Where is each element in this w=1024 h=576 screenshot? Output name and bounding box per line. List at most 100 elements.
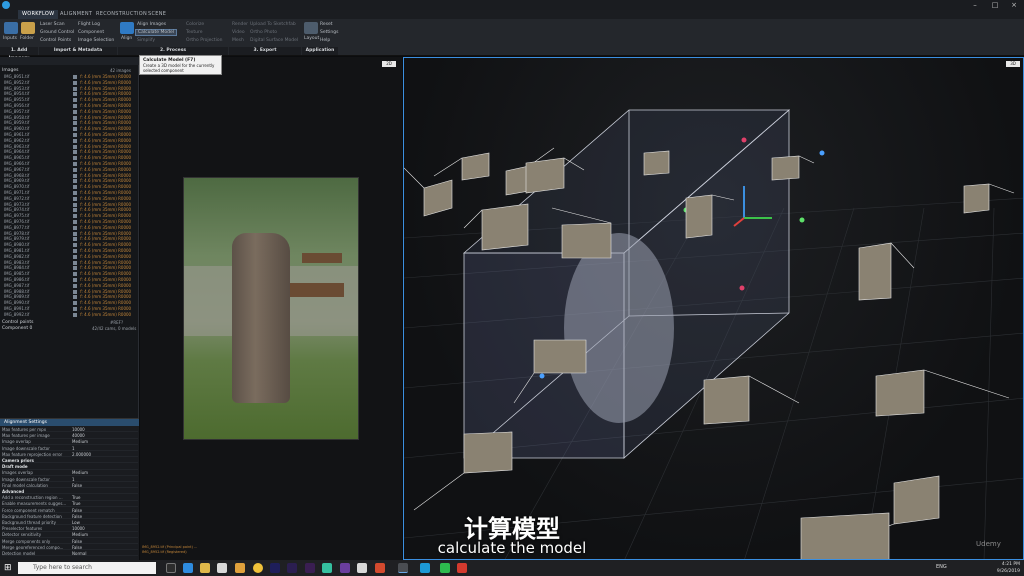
calculate-model-button[interactable]: Calculate Model: [135, 29, 177, 36]
image-list-item[interactable]: IMG_8979.tif f: 4.6 (mm 35mm) R0000: [4, 236, 131, 242]
settings-value[interactable]: True: [72, 501, 81, 506]
inputs-icon[interactable]: [4, 22, 18, 34]
image-list-item[interactable]: IMG_8971.tif f: 4.6 (mm 35mm) R0000: [4, 190, 131, 195]
settings-row[interactable]: Add a reconstruction region ... True: [2, 495, 138, 501]
colorize-button[interactable]: Colorize: [186, 22, 204, 27]
image-list-item[interactable]: IMG_8983.tif f: 4.6 (mm 35mm) R0000: [4, 260, 131, 265]
image-list-item[interactable]: IMG_8985.tif f: 4.6 (mm 35mm) R0000: [4, 271, 131, 277]
premiere-icon[interactable]: [270, 563, 280, 573]
image-list-item[interactable]: IMG_8957.tif f: 4.6 (mm 35mm) R0000: [4, 109, 131, 114]
mesh-button[interactable]: Mesh: [232, 38, 244, 43]
premiere-icon[interactable]: [305, 563, 315, 573]
region-handle[interactable]: [741, 137, 747, 143]
image-list-item[interactable]: IMG_8958.tif f: 4.6 (mm 35mm) R0000: [4, 115, 131, 120]
layout-label[interactable]: Layout: [304, 36, 319, 41]
close-button[interactable]: ×: [1005, 0, 1023, 10]
view-mode-button[interactable]: 2D: [382, 61, 396, 67]
tab-alignment[interactable]: ALIGNMENT: [56, 10, 96, 19]
maximize-button[interactable]: □: [986, 0, 1004, 10]
help-button[interactable]: Help: [320, 38, 330, 43]
image-list-item[interactable]: IMG_8966.tif f: 4.6 (mm 35mm) R0000: [4, 161, 131, 166]
view-mode-button[interactable]: 3D: [1006, 61, 1020, 67]
settings-value[interactable]: 1: [72, 477, 75, 482]
explorer-icon[interactable]: [200, 563, 210, 573]
image-list-item[interactable]: IMG_8988.tif f: 4.6 (mm 35mm) R0000: [4, 289, 131, 294]
image-list-item[interactable]: IMG_8974.tif f: 4.6 (mm 35mm) R0000: [4, 207, 131, 213]
app-icon[interactable]: [457, 563, 467, 573]
settings-row[interactable]: Advanced: [2, 489, 138, 495]
video-button[interactable]: Video: [232, 30, 245, 35]
language-indicator[interactable]: ENG: [936, 564, 947, 570]
image-selection-button[interactable]: Image Selection: [78, 38, 114, 43]
dsm-button[interactable]: Digital Surface Model: [250, 38, 298, 43]
align-icon[interactable]: [120, 22, 134, 34]
image-list-item[interactable]: IMG_8989.tif f: 4.6 (mm 35mm) R0000: [4, 294, 131, 300]
tab-reconstruction[interactable]: RECONSTRUCTION: [92, 10, 151, 19]
settings-value[interactable]: True: [72, 495, 81, 500]
image-list-item[interactable]: IMG_8954.tif f: 4.6 (mm 35mm) R0000: [4, 91, 131, 97]
folder-icon[interactable]: [21, 22, 35, 34]
tab-scene[interactable]: SCENE: [144, 10, 170, 19]
tab-workflow[interactable]: WORKFLOW: [18, 10, 59, 19]
settings-row[interactable]: Image overlap Medium: [2, 439, 138, 445]
simplify-button[interactable]: Simplify: [137, 38, 155, 43]
images-root[interactable]: Images: [2, 68, 18, 73]
settings-row[interactable]: Image downscale factor 1: [2, 446, 138, 451]
image-list-item[interactable]: IMG_8978.tif f: 4.6 (mm 35mm) R0000: [4, 231, 131, 236]
settings-row[interactable]: Final model calculation False: [2, 483, 138, 489]
app-icon[interactable]: [420, 563, 430, 573]
selected-photo[interactable]: [183, 177, 359, 440]
app-icon[interactable]: [340, 563, 350, 573]
settings-button[interactable]: Settings: [320, 30, 338, 35]
settings-row[interactable]: Images overlap Medium: [2, 470, 138, 476]
after-effects-icon[interactable]: [287, 563, 297, 573]
image-list-item[interactable]: IMG_8987.tif f: 4.6 (mm 35mm) R0000: [4, 283, 131, 288]
settings-value[interactable]: 40000: [72, 433, 85, 438]
settings-row[interactable]: Draft mode: [2, 464, 138, 470]
control-points-button[interactable]: Control Points: [40, 38, 71, 43]
app-icon[interactable]: [322, 563, 332, 573]
component-node[interactable]: Component 0: [2, 326, 32, 331]
image-list-item[interactable]: IMG_8959.tif f: 4.6 (mm 35mm) R0000: [4, 120, 131, 126]
image-list-item[interactable]: IMG_8972.tif f: 4.6 (mm 35mm) R0000: [4, 196, 131, 201]
store-icon[interactable]: [217, 563, 227, 573]
settings-row[interactable]: Max features per image 40000: [2, 433, 138, 439]
settings-value[interactable]: False: [72, 483, 82, 488]
realitycapture-taskbar-icon[interactable]: [398, 563, 408, 573]
task-view-icon[interactable]: [166, 563, 176, 573]
clock[interactable]: 4:21 PM 9/26/2019: [997, 561, 1020, 575]
region-handle[interactable]: [799, 217, 805, 223]
image-list-item[interactable]: IMG_8953.tif f: 4.6 (mm 35mm) R0000: [4, 86, 131, 91]
settings-row[interactable]: Max feature reprojection error 2.000000: [2, 452, 138, 458]
image-list-item[interactable]: IMG_8970.tif f: 4.6 (mm 35mm) R0000: [4, 184, 131, 190]
image-list-item[interactable]: IMG_8981.tif f: 4.6 (mm 35mm) R0000: [4, 248, 131, 253]
control-points-node[interactable]: Control points: [2, 320, 34, 325]
image-list-item[interactable]: IMG_8967.tif f: 4.6 (mm 35mm) R0000: [4, 167, 131, 172]
align-label[interactable]: Align: [121, 36, 132, 41]
image-list-item[interactable]: IMG_8982.tif f: 4.6 (mm 35mm) R0000: [4, 254, 131, 259]
image-list-item[interactable]: IMG_8980.tif f: 4.6 (mm 35mm) R0000: [4, 242, 131, 248]
image-list-item[interactable]: IMG_8955.tif f: 4.6 (mm 35mm) R0000: [4, 97, 131, 103]
image-list-item[interactable]: IMG_8951.tif f: 4.6 (mm 35mm) R0000: [4, 74, 131, 79]
image-list-item[interactable]: IMG_8984.tif f: 4.6 (mm 35mm) R0000: [4, 265, 131, 271]
image-list-item[interactable]: IMG_8991.tif f: 4.6 (mm 35mm) R0000: [4, 306, 131, 311]
minimize-button[interactable]: –: [966, 0, 984, 10]
flight-log-button[interactable]: Flight Log: [78, 22, 100, 27]
settings-row[interactable]: Camera priors: [2, 458, 138, 464]
component-button[interactable]: Component: [78, 30, 104, 35]
reset-button[interactable]: Reset: [320, 22, 333, 27]
settings-value[interactable]: Medium: [72, 439, 88, 444]
image-list-item[interactable]: IMG_8962.tif f: 4.6 (mm 35mm) R0000: [4, 138, 131, 143]
image-list-item[interactable]: IMG_8992.tif f: 4.6 (mm 35mm) R0000: [4, 312, 131, 317]
image-list-item[interactable]: IMG_8963.tif f: 4.6 (mm 35mm) R0000: [4, 144, 131, 149]
image-list-item[interactable]: IMG_8973.tif f: 4.6 (mm 35mm) R0000: [4, 202, 131, 207]
upload-sketchfab-button[interactable]: Upload To Sketchfab: [250, 22, 296, 27]
image-list-item[interactable]: IMG_8952.tif f: 4.6 (mm 35mm) R0000: [4, 80, 131, 85]
settings-row[interactable]: Enable measurements sugges... True: [2, 501, 138, 507]
ground-control-button[interactable]: Ground Control: [40, 30, 74, 35]
settings-row[interactable]: Image downscale factor 1: [2, 477, 138, 482]
settings-row[interactable]: Max features per mpx 10000: [2, 427, 138, 433]
image-list-item[interactable]: IMG_8965.tif f: 4.6 (mm 35mm) R0000: [4, 155, 131, 161]
layout-icon[interactable]: [304, 22, 318, 34]
render-button[interactable]: Render: [232, 22, 248, 27]
